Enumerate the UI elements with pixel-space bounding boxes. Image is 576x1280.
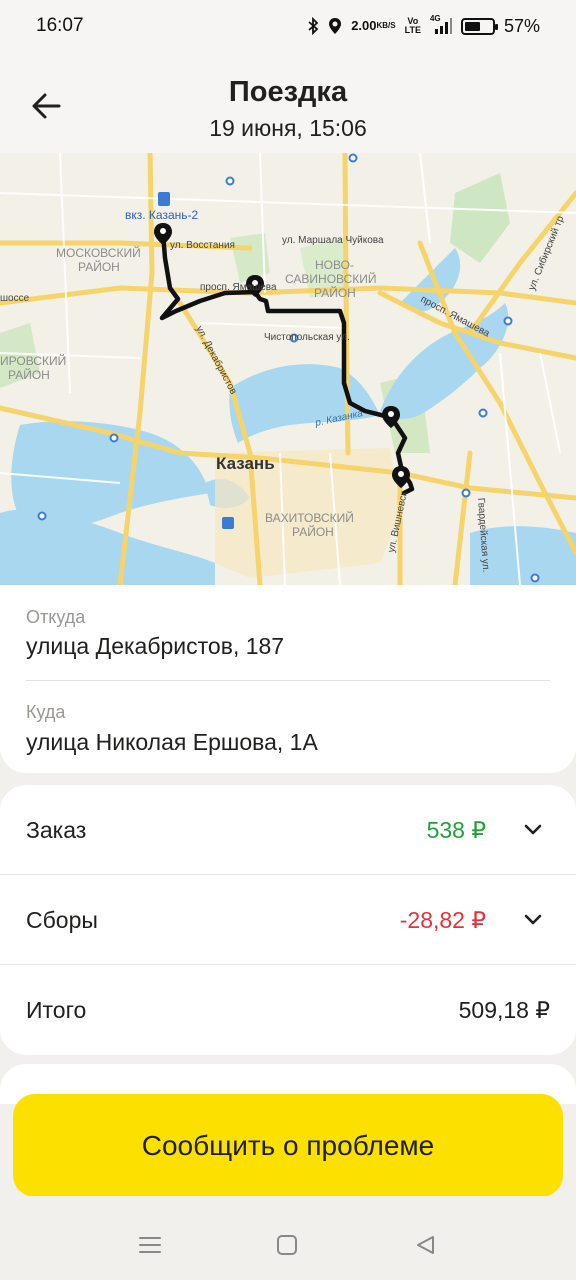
map-label-kirov-1: ИРОВСКИЙ [0,353,66,368]
chevron-down-icon [524,914,542,925]
fees-label: Сборы [26,906,98,933]
back-nav-button[interactable] [412,1232,438,1258]
network-type: 4G [429,14,441,23]
order-row[interactable]: Заказ 538 ₽ [0,785,576,875]
total-row: Итого 509,18 ₽ [0,965,576,1055]
total-value: 509,18 ₽ [458,996,550,1023]
net-speed-unit: KB/S [376,21,396,30]
location-icon [328,17,342,35]
map-label-kirov-2: РАЙОН [8,367,50,382]
chevron-down-icon [524,824,542,835]
report-problem-button[interactable]: Сообщить о проблеме [13,1094,563,1197]
map-label-shosse: шоссе [0,293,30,304]
map-label-moscow-2: РАЙОН [78,259,120,274]
map-label-yamasheva-partial: просп. Ямашева [200,282,277,293]
header: Поездка 19 июня, 15:06 [0,52,576,153]
battery-percent: 57% [503,15,540,36]
addresses-divider [26,680,550,681]
bluetooth-icon [307,17,319,35]
map-label-chuikova: ул. Маршала Чуйкова [282,235,384,246]
route-map[interactable]: вкз. Казань-2 МОСКОВСКИЙ РАЙОН ИРОВСКИЙ … [0,153,576,585]
map-label-novo-1: НОВО- [315,258,354,272]
status-bar: 16:07 2.00 KB/S Vo LTE 4G 57% [0,0,576,52]
battery-fill [464,21,480,31]
fees-expand-button[interactable] [516,903,550,937]
home-button[interactable] [274,1232,300,1258]
signal-icon: 4G [429,14,452,35]
net-speed-value: 2.00 [351,18,377,33]
map-label-station: вкз. Казань-2 [125,208,199,222]
volte-indicator: Vo LTE [404,16,421,35]
battery-icon [460,17,498,35]
back-triangle-icon [417,1236,434,1254]
map-label-chistopolskaya: Чистопольская ул. [264,332,350,343]
map-label-city: Казань [216,454,275,473]
menu-button[interactable] [137,1232,163,1258]
total-label: Итого [26,996,87,1023]
status-time: 16:07 [36,15,84,36]
status-icons: 2.00 KB/S Vo LTE 4G 57% [307,14,540,37]
order-expand-button[interactable] [516,813,550,847]
map-label-novo-2: САВИНОВСКИЙ [285,271,377,286]
map-label-vosstaniya: ул. Восстания [170,240,235,251]
menu-icon [139,1237,161,1253]
fees-row[interactable]: Сборы -28,82 ₽ [0,875,576,965]
fees-value: -28,82 ₽ [399,906,486,933]
net-speed: 2.00 KB/S [351,18,396,33]
order-value: 538 ₽ [426,816,486,843]
from-address: улица Декабристов, 187 [26,633,285,659]
page-subtitle: 19 июня, 15:06 [209,115,367,141]
from-label: Откуда [26,607,86,627]
order-label: Заказ [26,816,87,843]
map-canvas: вкз. Казань-2 МОСКОВСКИЙ РАЙОН ИРОВСКИЙ … [0,153,576,585]
map-label-vakh-1: ВАХИТОВСКИЙ [265,510,354,525]
map-label-novo-3: РАЙОН [314,285,356,300]
map-label-moscow-1: МОСКОВСКИЙ [56,245,141,260]
to-label: Куда [26,702,66,722]
to-address: улица Николая Ершова, 1А [26,729,318,755]
trip-addresses-card: Откуда улица Декабристов, 187 Куда улица… [0,585,576,773]
map-label-vakh-2: РАЙОН [292,524,334,539]
home-square-icon [277,1235,297,1255]
price-breakdown-card: Заказ 538 ₽ Сборы -28,82 ₽ Итого 509,18 … [0,785,576,1055]
page-title: Поездка [228,76,348,108]
